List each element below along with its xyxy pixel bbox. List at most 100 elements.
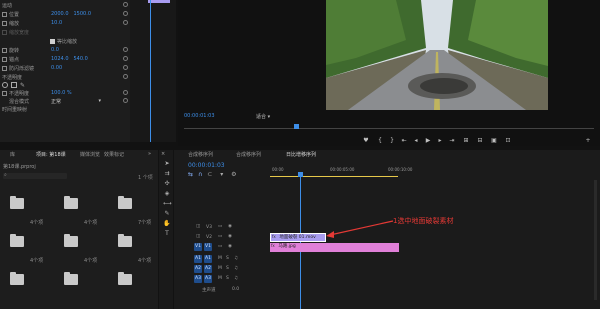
stopwatch-icon[interactable] (2, 65, 7, 71)
reset-icon[interactable] (123, 11, 128, 16)
scale-value[interactable]: 10.0 (51, 20, 62, 26)
tab-sequence-1[interactable]: 合成移序列 (188, 150, 213, 160)
clip-v2-ground-crack[interactable]: fx 地面破裂 01.mov (270, 233, 326, 242)
timeline-ruler[interactable]: 00:00 00:00:05:00 00:00:10:00 (270, 164, 600, 178)
folder-icon[interactable] (64, 272, 78, 285)
stopwatch-icon[interactable] (2, 47, 7, 53)
reset-icon[interactable] (123, 2, 128, 7)
pen-mask-icon[interactable]: ✎ (20, 82, 25, 89)
mic-icon[interactable]: ♫ (234, 266, 238, 271)
program-ruler[interactable] (184, 125, 594, 129)
reset-icon[interactable] (123, 20, 128, 25)
close-icon[interactable]: × (161, 151, 165, 157)
nest-icon[interactable]: ⇆ (188, 171, 193, 178)
tab-libraries[interactable]: 库 (10, 150, 15, 160)
snap-icon[interactable]: ∩ (198, 171, 202, 178)
tab-media-browser[interactable]: 媒体浏览 (80, 150, 100, 160)
slip-tool-icon[interactable]: ⟷ (163, 200, 172, 208)
eye-icon[interactable]: ◉ (228, 234, 232, 239)
search-input[interactable] (3, 173, 67, 179)
in-point-icon[interactable]: { (376, 137, 384, 144)
reset-icon[interactable] (123, 47, 128, 52)
track-target-v1[interactable]: V1 (194, 243, 202, 251)
ripple-edit-tool-icon[interactable]: ✣ (163, 180, 171, 188)
tab-project[interactable]: 项目: 第18课 (36, 150, 66, 160)
marker-icon[interactable]: ♥ (362, 137, 370, 144)
reset-icon[interactable] (123, 56, 128, 61)
stopwatch-icon[interactable] (2, 90, 7, 96)
tab-sequence-2[interactable]: 合成移序列 (236, 150, 261, 160)
reset-icon[interactable] (123, 74, 128, 79)
folder-icon[interactable] (10, 234, 24, 247)
program-playhead[interactable] (294, 124, 299, 129)
lock-icon[interactable]: ◫ (196, 234, 200, 239)
lock-icon[interactable]: ◫ (196, 224, 200, 229)
tab-sequence-3[interactable]: 日比增移序列 (286, 150, 316, 160)
sync-icon[interactable]: ▭ (218, 244, 222, 249)
sync-icon[interactable]: ▭ (218, 234, 222, 239)
step-forward-icon[interactable]: ▸ (436, 137, 444, 144)
link-icon[interactable]: ⊂ (207, 171, 212, 178)
solo-button[interactable]: S (226, 256, 229, 261)
mic-icon[interactable]: ♫ (234, 256, 238, 261)
tab-effects[interactable]: 效果 (104, 150, 114, 160)
reset-icon[interactable] (123, 65, 128, 70)
reset-icon[interactable] (123, 98, 128, 103)
stopwatch-icon[interactable] (2, 11, 7, 17)
razor-tool-icon[interactable]: ◈ (163, 190, 171, 198)
solo-button[interactable]: S (226, 266, 229, 271)
work-area-bar[interactable] (270, 176, 398, 177)
track-source-a1[interactable]: A1 (204, 255, 212, 263)
type-tool-icon[interactable]: T (163, 230, 171, 238)
video-frame[interactable] (326, 0, 548, 110)
position-y-value[interactable]: 1500.0 (74, 11, 92, 17)
track-target-a2[interactable]: A2 (194, 265, 202, 273)
wrench-icon[interactable]: ⚙ (231, 171, 236, 178)
clip-v1-road[interactable]: fx 马路.jpg (270, 243, 399, 252)
pen-tool-icon[interactable]: ✎ (163, 210, 171, 218)
camera-icon[interactable]: ▣ (490, 137, 498, 144)
panel-menu-icon[interactable]: » (148, 151, 151, 157)
out-point-icon[interactable]: } (388, 137, 396, 144)
step-back-icon[interactable]: ◂ (412, 137, 420, 144)
folder-icon[interactable] (10, 272, 24, 285)
folder-icon[interactable] (118, 234, 132, 247)
timeline-timecode[interactable]: 00:00:01:03 (188, 162, 225, 169)
blend-mode-select[interactable]: 正常 ▾ (51, 98, 101, 105)
sync-icon[interactable]: ▭ (218, 224, 222, 229)
hand-tool-icon[interactable]: ✋ (163, 220, 171, 228)
fit-select[interactable]: 适合 ▾ (256, 113, 270, 120)
anchor-x-value[interactable]: 1024.0 (51, 56, 69, 62)
reset-icon[interactable] (123, 90, 128, 95)
mute-button[interactable]: M (218, 256, 222, 261)
track-select-tool-icon[interactable]: ⇉ (163, 170, 171, 178)
go-to-in-icon[interactable]: ⇤ (400, 137, 408, 144)
opacity-value[interactable]: 100.0 % (51, 90, 72, 96)
track-source-v1[interactable]: V1 (204, 243, 212, 251)
folder-icon[interactable] (10, 196, 24, 209)
play-icon[interactable]: ▶ (424, 137, 432, 144)
track-source-a3[interactable]: A3 (204, 275, 212, 283)
eye-icon[interactable]: ◉ (228, 224, 232, 229)
stopwatch-icon[interactable] (2, 20, 7, 26)
settings-icon[interactable]: ⊡ (504, 137, 512, 144)
mute-button[interactable]: M (218, 276, 222, 281)
lift-icon[interactable]: ⊞ (462, 137, 470, 144)
track-target-a1[interactable]: A1 (194, 255, 202, 263)
track-target-a3[interactable]: A3 (194, 275, 202, 283)
track-source-a2[interactable]: A2 (204, 265, 212, 273)
program-timecode[interactable]: 00:00:01:03 (184, 113, 215, 119)
timeline-scrollbar[interactable] (594, 180, 597, 300)
add-button-icon[interactable]: + (584, 137, 592, 144)
tab-markers[interactable]: 标记 (114, 150, 124, 160)
go-to-out-icon[interactable]: ⇥ (448, 137, 456, 144)
anchor-y-value[interactable]: 540.0 (74, 56, 88, 62)
stopwatch-icon[interactable] (2, 56, 7, 62)
antiflicker-value[interactable]: 0.00 (51, 65, 62, 71)
position-x-value[interactable]: 2000.0 (51, 11, 69, 17)
folder-icon[interactable] (118, 196, 132, 209)
marker-icon[interactable]: ▾ (220, 171, 223, 178)
rect-mask-icon[interactable] (11, 82, 17, 88)
folder-icon[interactable] (118, 272, 132, 285)
ellipse-mask-icon[interactable] (2, 82, 8, 88)
